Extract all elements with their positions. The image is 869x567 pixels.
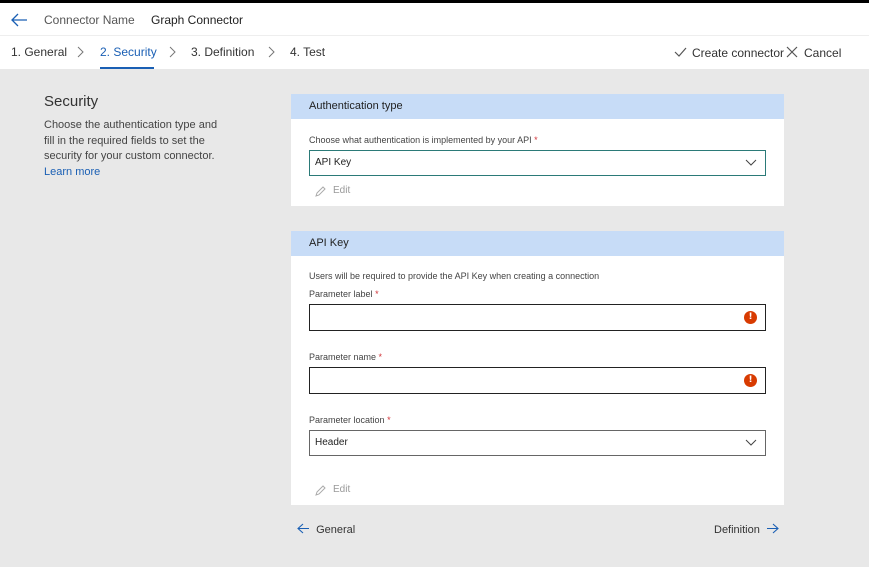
description-text: Choose the authentication type and fill … xyxy=(44,119,218,162)
required-mark: * xyxy=(378,352,383,362)
parameter-location-selected: Header xyxy=(315,437,348,448)
api-key-info: Users will be required to provide the AP… xyxy=(309,271,600,281)
connector-name-label: Connector Name xyxy=(44,13,135,27)
tab-security[interactable]: 2. Security xyxy=(100,45,157,59)
parameter-location-label: Parameter location * xyxy=(309,415,391,425)
back-arrow-icon[interactable] xyxy=(10,12,28,28)
connector-name-value[interactable]: Graph Connector xyxy=(151,13,243,27)
error-icon: ! xyxy=(744,311,757,324)
tab-test[interactable]: 4. Test xyxy=(290,45,325,59)
next-label: Definition xyxy=(714,524,760,536)
parameter-label-label: Parameter label * xyxy=(309,289,379,299)
authentication-type-card: Authentication type Choose what authenti… xyxy=(291,94,784,206)
parameter-location-dropdown[interactable]: Header xyxy=(309,430,766,456)
parameter-label-input[interactable]: ! xyxy=(309,304,766,331)
chevron-right-icon xyxy=(268,46,275,58)
auth-type-label: Choose what authentication is implemente… xyxy=(309,135,538,145)
tab-general[interactable]: 1. General xyxy=(11,45,67,59)
parameter-label-text: Parameter label xyxy=(309,289,373,299)
previous-label: General xyxy=(316,524,356,536)
top-bar: Connector Name Graph Connector xyxy=(0,0,869,36)
close-icon xyxy=(786,46,798,58)
previous-general-button[interactable]: General xyxy=(297,523,355,536)
required-mark: * xyxy=(534,135,538,145)
tabs-bar: 1. General 2. Security 3. Definition 4. … xyxy=(0,36,869,69)
edit-label: Edit xyxy=(333,484,351,495)
auth-card-header: Authentication type xyxy=(291,94,784,119)
cancel-button[interactable]: Cancel xyxy=(786,46,842,60)
chevron-right-icon xyxy=(169,46,176,58)
arrow-left-icon xyxy=(297,523,309,534)
learn-more-link[interactable]: Learn more xyxy=(44,166,100,178)
auth-type-label-text: Choose what authentication is implemente… xyxy=(309,135,532,145)
pencil-icon xyxy=(315,485,326,496)
api-key-card-header: API Key xyxy=(291,231,784,256)
error-icon: ! xyxy=(744,374,757,387)
parameter-name-text: Parameter name xyxy=(309,352,377,362)
chevron-down-icon xyxy=(745,159,757,166)
tab-definition[interactable]: 3. Definition xyxy=(191,45,254,59)
api-key-edit-button[interactable]: Edit xyxy=(315,484,351,496)
auth-edit-button[interactable]: Edit xyxy=(315,185,351,197)
edit-label: Edit xyxy=(333,185,351,196)
auth-type-dropdown[interactable]: API Key xyxy=(309,150,766,176)
parameter-name-label: Parameter name * xyxy=(309,352,382,362)
create-connector-button[interactable]: Create connector xyxy=(674,46,785,60)
required-mark: * xyxy=(387,415,391,425)
next-definition-button[interactable]: Definition xyxy=(714,523,779,536)
auth-type-selected: API Key xyxy=(315,157,352,168)
api-key-card: API Key Users will be required to provid… xyxy=(291,231,784,505)
create-connector-label: Create connector xyxy=(692,46,785,60)
cancel-label: Cancel xyxy=(804,46,842,60)
section-title: Security xyxy=(44,93,99,110)
arrow-right-icon xyxy=(766,523,779,534)
chevron-right-icon xyxy=(77,46,84,58)
active-tab-indicator xyxy=(100,67,154,69)
required-mark: * xyxy=(375,289,379,299)
pencil-icon xyxy=(315,186,326,197)
chevron-down-icon xyxy=(745,439,757,446)
checkmark-icon xyxy=(674,47,687,57)
section-description: Choose the authentication type and fill … xyxy=(44,118,224,180)
parameter-location-text: Parameter location xyxy=(309,415,385,425)
parameter-name-input[interactable]: ! xyxy=(309,367,766,394)
